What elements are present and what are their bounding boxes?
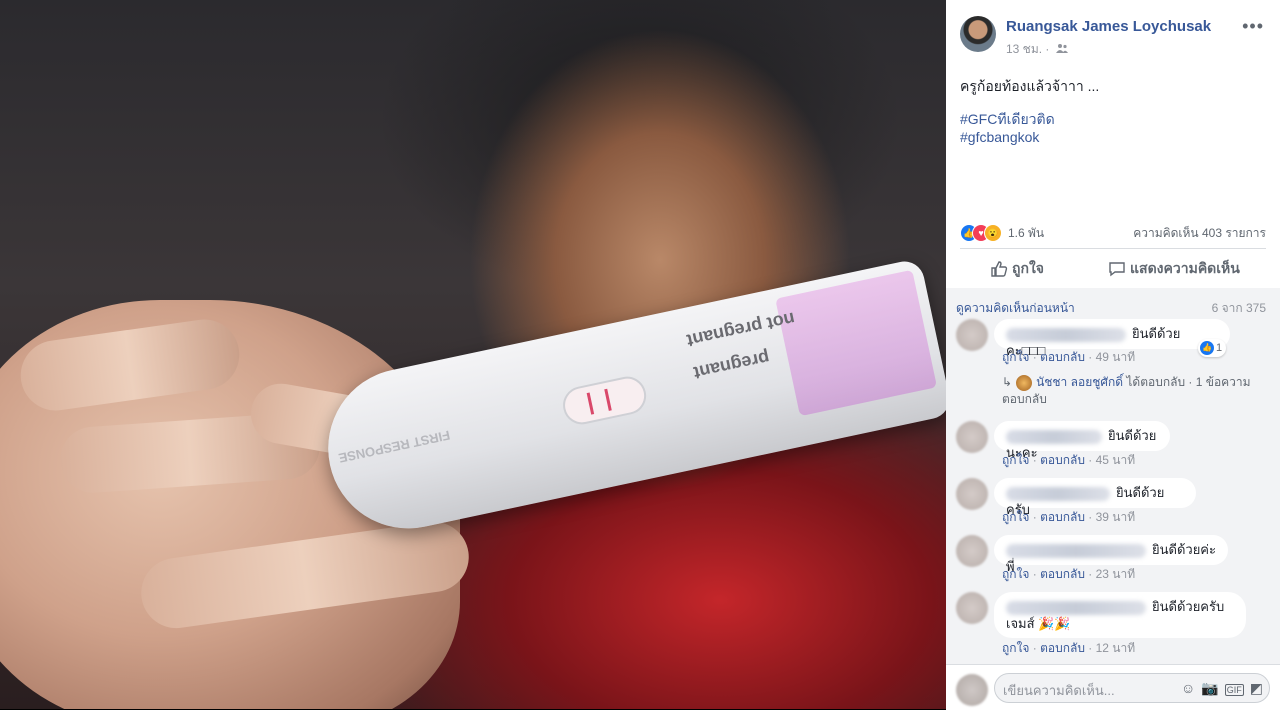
- comment-like-link[interactable]: ถูกใจ: [1002, 453, 1029, 467]
- like-badge-icon: 👍: [1200, 341, 1214, 356]
- comment-like-link[interactable]: ถูกใจ: [1002, 567, 1029, 581]
- commenter-name-blurred[interactable]: [1006, 486, 1110, 501]
- commenter-avatar[interactable]: [956, 478, 988, 510]
- wow-reaction-icon[interactable]: 😮: [984, 224, 1002, 242]
- like-button[interactable]: ถูกใจ: [990, 258, 1044, 280]
- reply-arrow-icon: ↳: [1002, 375, 1013, 389]
- commenter-name-blurred[interactable]: [1006, 429, 1102, 444]
- thumbs-up-icon: [990, 260, 1008, 278]
- comment-time[interactable]: 39 นาที: [1096, 510, 1136, 524]
- commenter-name-blurred[interactable]: [1006, 600, 1146, 615]
- comment-reply-link[interactable]: ตอบกลับ: [1040, 453, 1085, 467]
- label-not-pregnant: not pregnant: [684, 308, 797, 351]
- comment-bubble: ยินดีด้วยครับ: [994, 478, 1196, 517]
- comment-input-placeholder: เขียนความคิดเห็น...: [1003, 683, 1115, 698]
- post-panel: Ruangsak James Loychusak 13 ชม. · ••• คร…: [946, 0, 1280, 710]
- reactions-bar: 👍 ♥ 😮 1.6 พัน ความคิดเห็น 403 รายการ: [960, 222, 1266, 242]
- comment-time[interactable]: 45 นาที: [1096, 453, 1136, 467]
- control-line: [604, 388, 612, 411]
- commenter-avatar[interactable]: [956, 421, 988, 453]
- comment-time[interactable]: 12 นาที: [1096, 641, 1136, 655]
- audience-friends-icon[interactable]: [1055, 42, 1068, 56]
- comment-meta: ถูกใจ · ตอบกลับ · 12 นาที: [1002, 641, 1136, 655]
- comment-text: ยินดีด้วยครับ: [1152, 599, 1225, 614]
- comment-bubble: ยินดีด้วยครับ เจมส์ 🎉🎉: [994, 592, 1246, 638]
- post-photo[interactable]: not pregnant pregnant FIRST RESPONSE: [0, 0, 946, 709]
- view-previous-comments-link[interactable]: ดูความคิดเห็นก่อนหน้า: [956, 299, 1075, 318]
- author-avatar[interactable]: [960, 16, 996, 52]
- post-meta: 13 ชม. ·: [1006, 40, 1068, 59]
- replier-name[interactable]: นัชชา ลอยชูศักดิ์: [1036, 375, 1123, 389]
- comment-bubble: ยินดีด้วยนะคะ: [994, 421, 1170, 460]
- comments-section: ดูความคิดเห็นก่อนหน้า 6 จาก 375 ยินดีด้ว…: [946, 288, 1280, 664]
- comment-like-badge[interactable]: 👍 1: [1198, 339, 1227, 357]
- result-line: [586, 392, 595, 415]
- composer-icons: ☺ 📷 GIF ◩: [1175, 680, 1263, 697]
- commenter-name-blurred[interactable]: [1006, 543, 1146, 558]
- hashtag-link[interactable]: #gfcbangkok: [960, 128, 1055, 146]
- commenter-avatar[interactable]: [956, 535, 988, 567]
- emoji-icon[interactable]: ☺: [1181, 680, 1195, 696]
- comment-text-continued: เจมส์ 🎉🎉: [1006, 616, 1071, 631]
- post-time[interactable]: 13 ชม. ·: [1006, 42, 1049, 56]
- pregnancy-test: not pregnant pregnant FIRST RESPONSE: [313, 257, 946, 544]
- comment-like-link[interactable]: ถูกใจ: [1002, 350, 1029, 364]
- comment-meta: ถูกใจ · ตอบกลับ · 23 นาที: [1002, 567, 1136, 581]
- comment-bubble: ยินดีด้วยคะ□□□: [994, 319, 1230, 358]
- commenter-avatar[interactable]: [956, 592, 988, 624]
- brand-text: FIRST RESPONSE: [337, 427, 452, 466]
- hashtag-link[interactable]: #GFCทีเดียวติด: [960, 110, 1055, 128]
- comment-meta: ถูกใจ · ตอบกลับ · 45 นาที: [1002, 453, 1136, 467]
- comments-pagination: 6 จาก 375: [1211, 301, 1266, 315]
- post-text: ครูก้อยท้องแล้วจ้าาา ...: [960, 78, 1100, 94]
- reactions-count[interactable]: 1.6 พัน: [1008, 224, 1044, 243]
- comment-reply-link[interactable]: ตอบกลับ: [1040, 567, 1085, 581]
- replier-avatar: [1016, 374, 1033, 391]
- comment-reply-link[interactable]: ตอบกลับ: [1040, 641, 1085, 655]
- replies-link[interactable]: ↳ นัชชา ลอยชูศักดิ์ ได้ตอบกลับ · 1 ข้อควา…: [1002, 374, 1272, 408]
- comment-button[interactable]: แสดงความคิดเห็น: [1108, 258, 1240, 280]
- comment-time[interactable]: 49 นาที: [1096, 350, 1136, 364]
- like-button-label: ถูกใจ: [1012, 260, 1044, 276]
- commenter-name-blurred[interactable]: [1006, 327, 1126, 342]
- comment-meta: ถูกใจ · ตอบกลับ · 39 นาที: [1002, 510, 1136, 524]
- gif-icon[interactable]: GIF: [1224, 684, 1244, 696]
- comment-like-link[interactable]: ถูกใจ: [1002, 641, 1029, 655]
- result-window: [559, 373, 650, 428]
- author-name[interactable]: Ruangsak James Loychusak: [1006, 18, 1211, 35]
- comments-count[interactable]: ความคิดเห็น 403 รายการ: [1133, 224, 1266, 243]
- camera-icon[interactable]: 📷: [1201, 680, 1218, 696]
- commenter-avatar[interactable]: [956, 319, 988, 351]
- comment-icon: [1108, 260, 1126, 278]
- current-user-avatar: [956, 674, 988, 706]
- comment-button-label: แสดงความคิดเห็น: [1130, 260, 1240, 276]
- test-cap: [775, 269, 938, 417]
- comment-time[interactable]: 23 นาที: [1096, 567, 1136, 581]
- comment-reply-link[interactable]: ตอบกลับ: [1040, 510, 1085, 524]
- comment-like-link[interactable]: ถูกใจ: [1002, 510, 1029, 524]
- label-pregnant: pregnant: [691, 347, 772, 384]
- comment-composer: เขียนความคิดเห็น... ☺ 📷 GIF ◩: [946, 664, 1280, 710]
- comment-bubble: ยินดีด้วยค่ะพี่: [994, 535, 1228, 574]
- divider: [960, 248, 1266, 249]
- comment-like-count: 1: [1216, 342, 1223, 354]
- post-header: Ruangsak James Loychusak 13 ชม. · •••: [960, 14, 1266, 58]
- comment-meta: ถูกใจ · ตอบกลับ · 49 นาที: [1002, 350, 1136, 364]
- comment-input[interactable]: เขียนความคิดเห็น... ☺ 📷 GIF ◩: [994, 673, 1270, 703]
- comment-reply-link[interactable]: ตอบกลับ: [1040, 350, 1085, 364]
- hashtags: #GFCทีเดียวติด #gfcbangkok: [960, 110, 1055, 146]
- sticker-icon[interactable]: ◩: [1250, 680, 1263, 696]
- more-options-icon[interactable]: •••: [1242, 16, 1264, 37]
